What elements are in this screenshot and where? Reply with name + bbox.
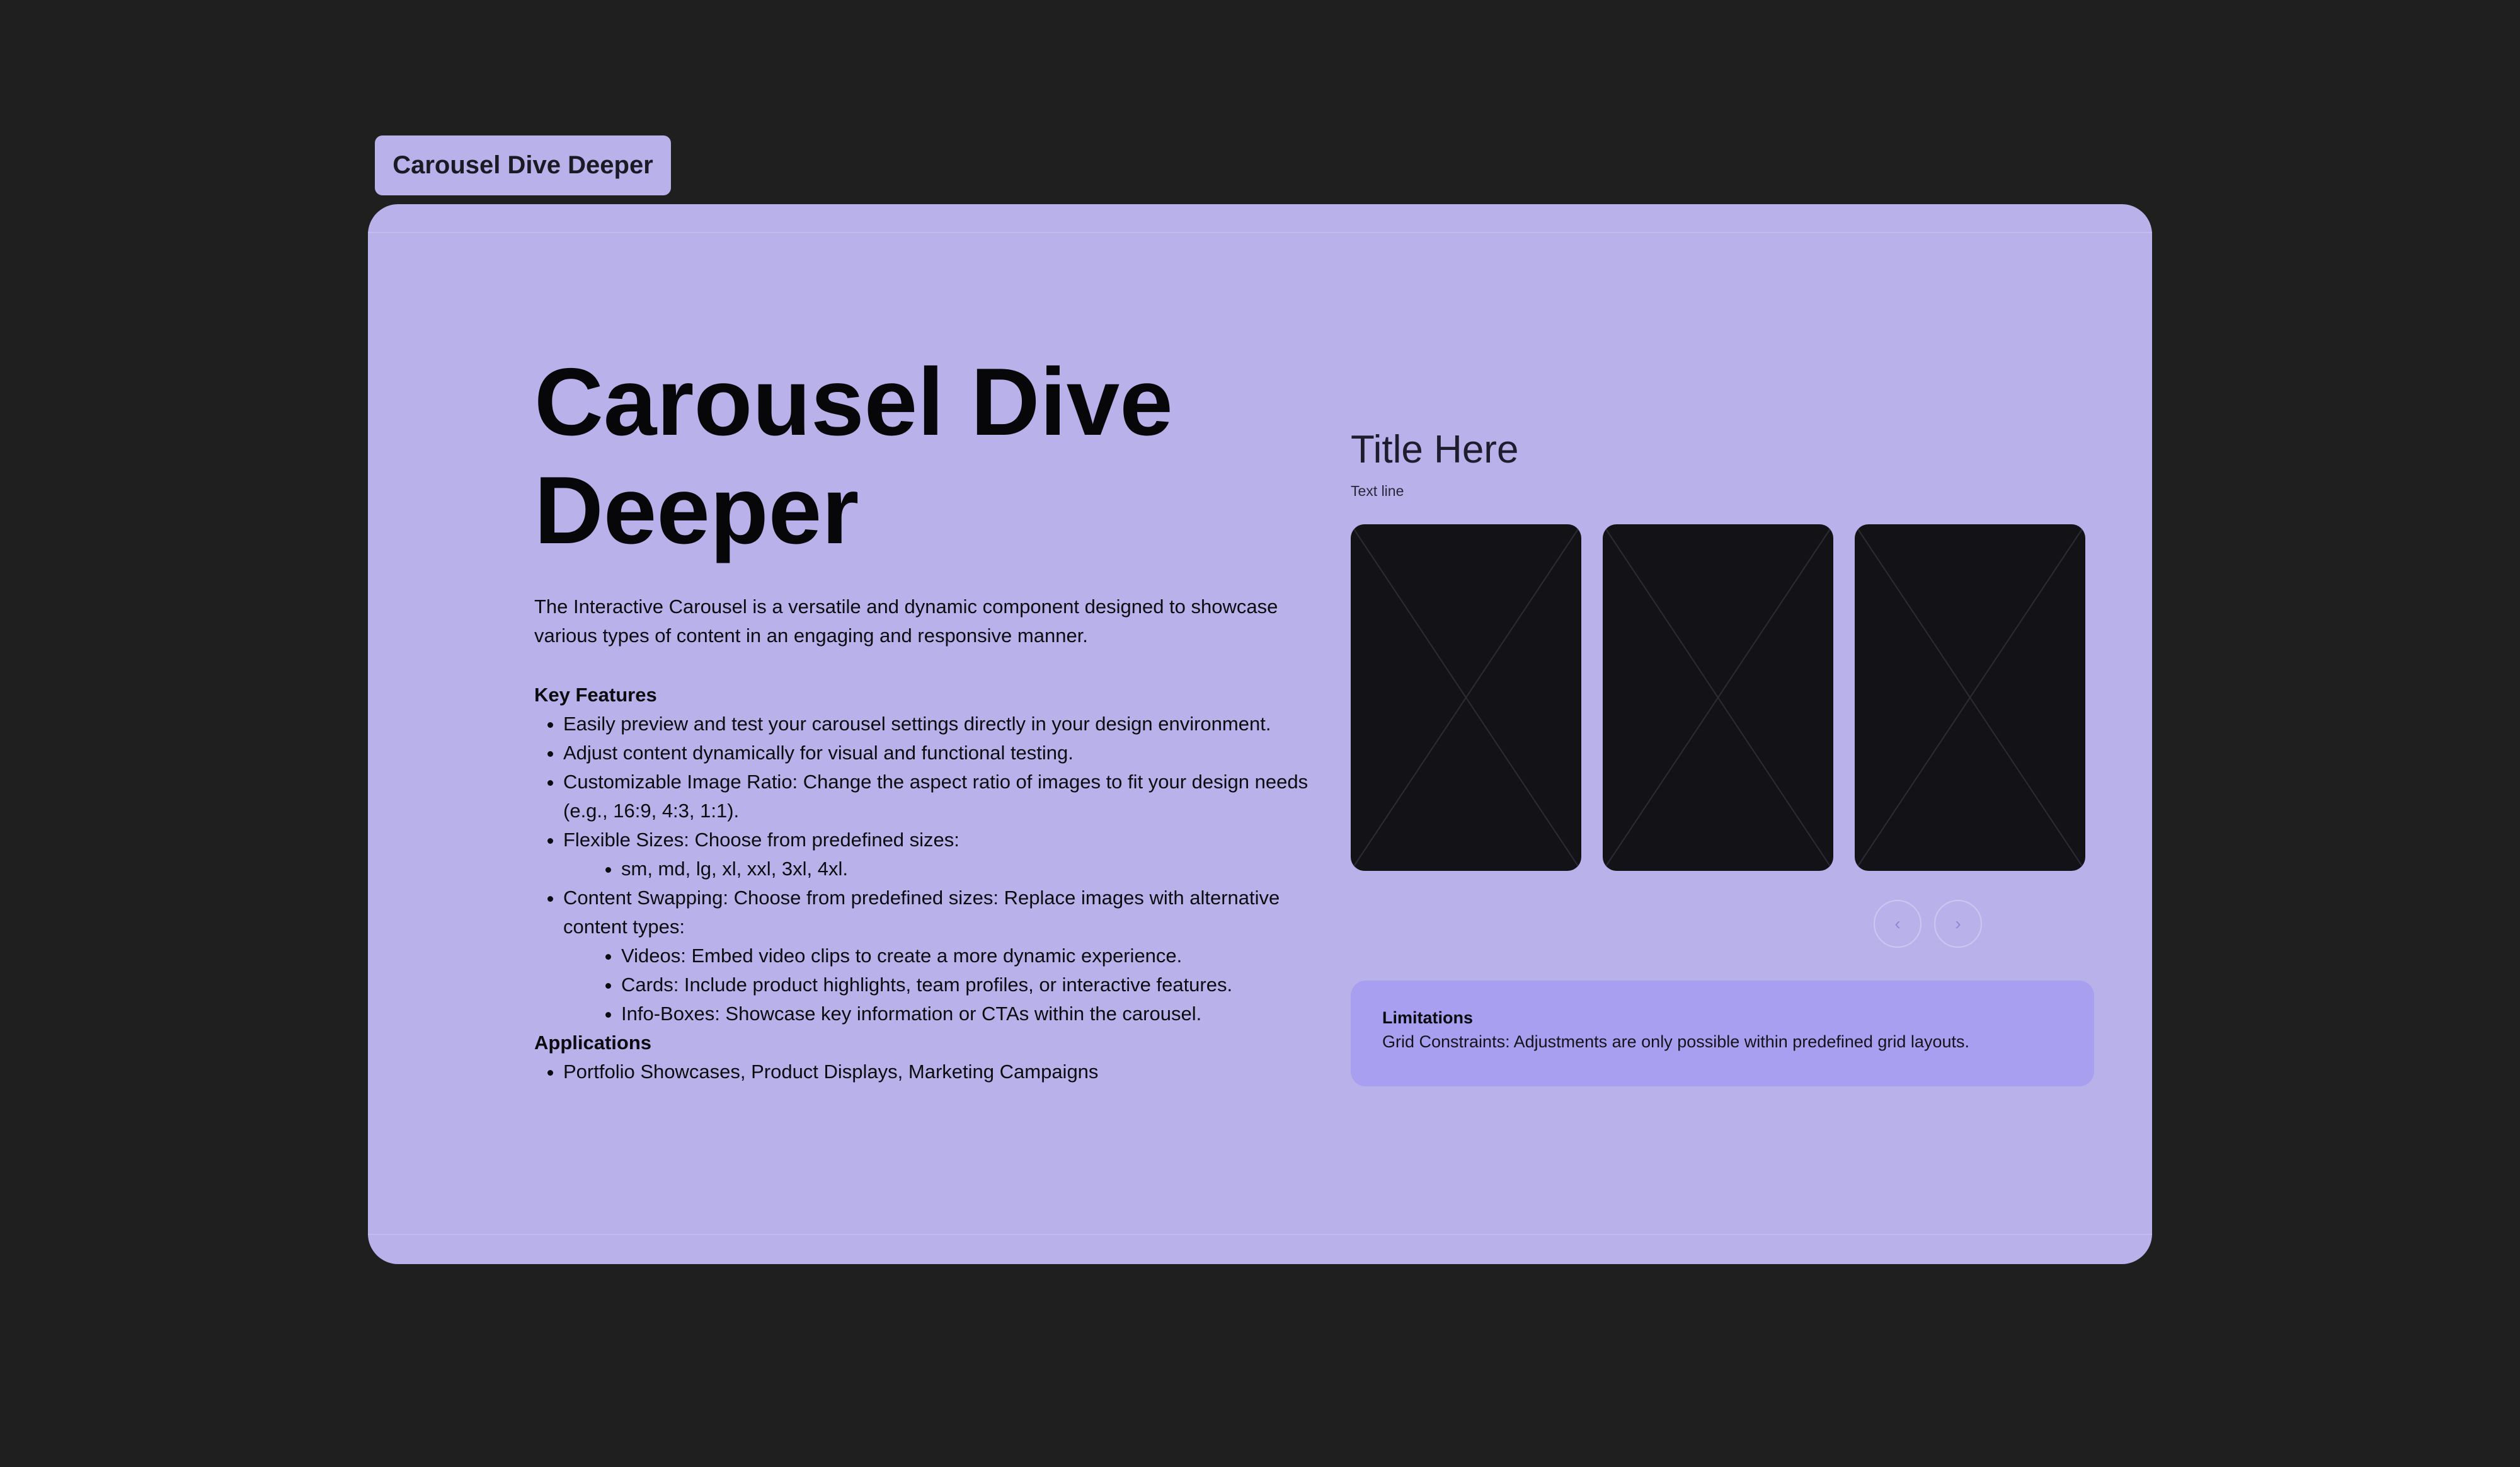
limitations-heading: Limitations [1382,1008,1474,1027]
panel-bottom-divider [368,1234,2152,1235]
key-features-heading: Key Features [534,684,657,706]
feature-item: Customizable Image Ratio: Change the asp… [563,768,1328,826]
page-description: The Interactive Carousel is a versatile … [534,595,1278,647]
sizes-sublist: sm, md, lg, xl, xxl, 3xl, 4xl. [592,854,1328,883]
limitations-callout: Limitations Grid Constraints: Adjustment… [1351,981,2094,1086]
key-features-list: Easily preview and test your carousel se… [534,710,1328,1028]
sub-feature-item: Cards: Include product highlights, team … [621,970,1328,999]
feature-item-content-swapping: Content Swapping: Choose from predefined… [563,883,1328,1028]
applications-heading: Applications [534,1032,652,1054]
chevron-left-icon: ‹ [1894,914,1901,933]
feature-item-sizes: Flexible Sizes: Choose from predefined s… [563,826,1328,883]
carousel-next-button[interactable]: › [1934,900,1982,948]
application-item: Portfolio Showcases, Product Displays, M… [563,1057,1328,1086]
carousel-slide-3[interactable] [1855,524,2085,871]
panel-top-divider [368,232,2152,233]
feature-item: Adjust content dynamically for visual an… [563,739,1328,768]
sub-feature-item: Info-Boxes: Showcase key information or … [621,999,1328,1028]
image-placeholder-icon [1603,524,1833,871]
sub-feature-item: Videos: Embed video clips to create a mo… [621,941,1328,970]
feature-item-text: Flexible Sizes: Choose from predefined s… [563,829,959,851]
applications-list: Portfolio Showcases, Product Displays, M… [534,1057,1328,1086]
limitations-text: Grid Constraints: Adjustments are only p… [1382,1032,1969,1051]
image-placeholder-icon [1855,524,2085,871]
sub-feature-item: sm, md, lg, xl, xxl, 3xl, 4xl. [621,854,1328,883]
carousel-slide-2[interactable] [1603,524,1833,871]
carousel-slide-1[interactable] [1351,524,1581,871]
content-panel: Carousel Dive Deeper The Interactive Car… [368,204,2152,1264]
page-title: Carousel Dive Deeper [534,348,1173,564]
features-section: Key Features Easily preview and test you… [534,681,1328,1086]
feature-item: Easily preview and test your carousel se… [563,710,1328,739]
content-types-sublist: Videos: Embed video clips to create a mo… [592,941,1328,1028]
frame-tab: Carousel Dive Deeper [375,135,671,195]
carousel-title: Title Here [1351,428,1519,471]
frame-tab-label: Carousel Dive Deeper [392,151,653,179]
carousel-prev-button[interactable]: ‹ [1874,900,1922,948]
feature-item-text: Content Swapping: Choose from predefined… [563,887,1280,938]
image-placeholder-icon [1351,524,1581,871]
chevron-right-icon: › [1955,914,1961,933]
carousel-subtitle: Text line [1351,483,1404,499]
